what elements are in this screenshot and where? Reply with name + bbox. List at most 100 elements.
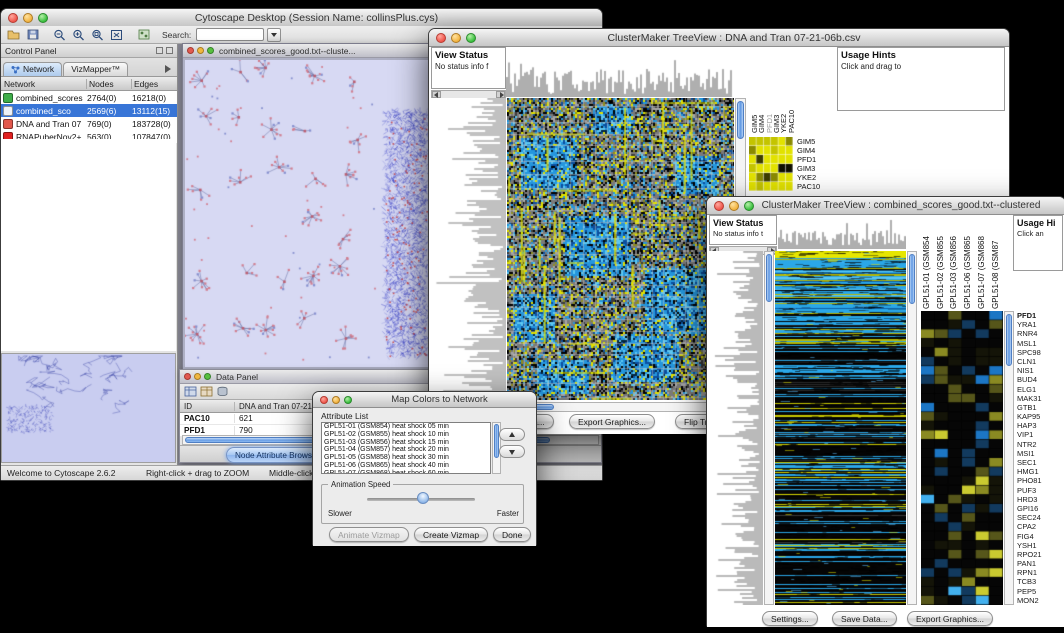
search-input[interactable] [196,28,264,41]
zoom-row-label[interactable]: GIM4 [797,146,835,155]
network-canvas[interactable] [185,60,429,367]
zoom-row-label[interactable]: GIM5 [797,137,835,146]
column-label[interactable]: GPL51-07 (GSM868 [977,236,986,309]
gene-label[interactable]: YRA1 [1017,320,1063,329]
speed-slider-knob[interactable] [417,492,429,504]
birdseye-canvas[interactable] [1,353,176,463]
zoom-selected-icon[interactable] [89,27,106,42]
column-label[interactable]: GPL51-06 (GSM865 [963,236,972,309]
zoom-heatmap-canvas[interactable] [921,311,1003,605]
move-down-button[interactable] [499,445,525,458]
minimize-window-icon[interactable] [23,13,33,23]
gene-label[interactable]: VIP1 [1017,430,1063,439]
network-view-titlebar[interactable]: combined_scores_good.txt--cluste... [183,44,433,58]
save-data-button[interactable]: Save Data... [832,611,897,626]
gene-label[interactable]: HAP3 [1017,421,1063,430]
gene-label[interactable]: MON2 [1017,596,1063,605]
gene-label[interactable]: CPA2 [1017,522,1063,531]
mdi-minimize-icon[interactable] [194,373,201,380]
heatmap-hscrollbar[interactable] [507,402,734,412]
gene-label[interactable]: PHO81 [1017,476,1063,485]
gene-label[interactable]: SEC24 [1017,513,1063,522]
export-graphics-button[interactable]: Export Graphics... [569,414,655,429]
network-table-row[interactable]: combined_sco 2569(6) 13112(15) [1,104,177,117]
show-graphics-details-icon[interactable] [135,27,152,42]
zoom-window-icon[interactable] [38,13,48,23]
tab-vizmapper[interactable]: VizMapper™ [63,62,128,76]
tab-network[interactable]: Network [3,62,62,76]
gene-label[interactable]: RNR4 [1017,329,1063,338]
scrollbar-thumb[interactable] [909,254,915,304]
gene-label[interactable]: HRD3 [1017,495,1063,504]
gene-label[interactable]: MSI1 [1017,449,1063,458]
dialog-titlebar[interactable]: Map Colors to Network [313,392,536,408]
gene-label[interactable]: TCB3 [1017,577,1063,586]
gene-label[interactable]: KAP95 [1017,412,1063,421]
move-up-button[interactable] [499,428,525,441]
gene-label[interactable]: PAN1 [1017,559,1063,568]
export-graphics-button[interactable]: Export Graphics... [907,611,993,626]
gene-label[interactable]: MSL1 [1017,339,1063,348]
attribute-database-icon[interactable] [216,386,229,397]
open-session-icon[interactable] [5,27,22,42]
gene-label[interactable]: MAK31 [1017,394,1063,403]
minimize-window-icon[interactable] [729,201,739,211]
zoom-window-icon[interactable] [344,396,352,404]
main-window-titlebar[interactable]: Cytoscape Desktop (Session Name: collins… [1,9,602,27]
close-window-icon[interactable] [8,13,18,23]
treeview-combined-titlebar[interactable]: ClusterMaker TreeView : combined_scores_… [707,197,1064,215]
zoom-row-label[interactable]: PAC10 [797,182,835,191]
close-window-icon[interactable] [436,33,446,43]
gene-label[interactable]: SPC98 [1017,348,1063,357]
zoom-in-icon[interactable] [70,27,87,42]
gene-label[interactable]: RPN1 [1017,568,1063,577]
network-table-row[interactable]: DNA and Tran 07 769(0) 183728(0) [1,117,177,130]
zoom-window-icon[interactable] [744,201,754,211]
heatmap-canvas[interactable] [775,251,906,605]
zoom-row-label[interactable]: YKE2 [797,173,835,182]
done-button[interactable]: Done [493,527,531,542]
minimize-window-icon[interactable] [451,33,461,43]
mdi-minimize-icon[interactable] [197,47,204,54]
heatmap-vscrollbar[interactable] [907,251,917,605]
float-panel-icon[interactable] [156,47,163,54]
gene-label[interactable]: PFD1 [1017,311,1063,320]
select-attributes-icon[interactable] [184,386,197,397]
attribute-list-item[interactable]: GPL51-03 (GSM856) heat shock 15 min [322,439,490,447]
zoom-fit-icon[interactable] [108,27,125,42]
column-label[interactable]: GPL51-02 (GSM855 [936,236,945,309]
column-label[interactable]: GPL51-01 (GSM854 [922,236,931,309]
close-window-icon[interactable] [320,396,328,404]
scroll-right-icon[interactable] [496,91,505,98]
panel-tab-overflow-icon[interactable] [165,65,175,73]
mdi-maximize-icon[interactable] [207,47,214,54]
attribute-list-item[interactable]: GPL51-04 (GSM857) heat shock 20 min [322,446,490,454]
gene-label[interactable]: GTB1 [1017,403,1063,412]
gene-label[interactable]: HMG1 [1017,467,1063,476]
gene-label[interactable]: PUF3 [1017,486,1063,495]
column-label[interactable]: GPL51-08 (GSM87 [991,241,1000,309]
gene-label[interactable]: NTR2 [1017,440,1063,449]
heatmap-canvas[interactable] [507,98,734,400]
birdseye-view[interactable] [1,353,176,463]
gene-label[interactable]: GPI16 [1017,504,1063,513]
scrollbar-thumb[interactable] [1006,314,1012,366]
gene-label[interactable]: FIG4 [1017,532,1063,541]
search-dropdown-icon[interactable] [267,28,281,42]
zoom-row-label[interactable]: PFD1 [797,155,835,164]
gene-label[interactable]: RPO21 [1017,550,1063,559]
mdi-close-icon[interactable] [184,373,191,380]
create-attribute-icon[interactable] [200,386,213,397]
zoom-heatmap-canvas[interactable] [749,137,793,191]
scroll-left-icon[interactable] [432,91,441,98]
mdi-maximize-icon[interactable] [204,373,211,380]
column-dendrogram-canvas[interactable] [506,47,733,97]
zoom-row-label[interactable]: GIM3 [797,164,835,173]
mdi-close-icon[interactable] [187,47,194,54]
gene-label[interactable]: PEP5 [1017,587,1063,596]
network-table-row[interactable]: combined_scores 2764(0) 16218(0) [1,91,177,104]
gene-label[interactable]: SEC1 [1017,458,1063,467]
scrollbar-thumb[interactable] [766,254,772,302]
gene-label[interactable]: NIS1 [1017,366,1063,375]
gene-label[interactable]: YSH1 [1017,541,1063,550]
